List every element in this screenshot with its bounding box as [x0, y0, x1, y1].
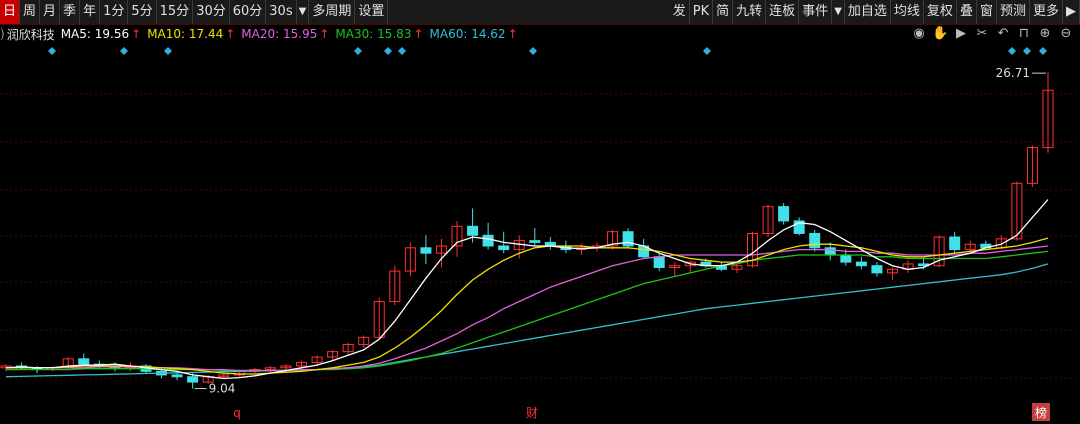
candle-down — [482, 234, 494, 247]
event-marker-diamond — [398, 47, 406, 55]
event-marker-diamond — [703, 47, 711, 55]
ma10-line — [6, 237, 1049, 375]
event-marker-diamond — [1023, 47, 1031, 55]
event-marker-diamond — [1008, 47, 1016, 55]
scissors-icon[interactable]: ✂ — [974, 26, 990, 42]
forecast-button[interactable]: 预测 — [997, 0, 1030, 24]
event-marker-diamond — [529, 47, 537, 55]
ma30-value: MA30: 15.83 — [335, 27, 412, 41]
bottom-event-marker: 榜 — [1035, 405, 1047, 420]
chart-tools: ◉ ✋ ▶ ✂ ↶ ⊓ ⊕ ⊖ — [911, 26, 1074, 42]
candle-down — [840, 254, 852, 263]
lock-icon[interactable]: ⊓ — [1016, 26, 1032, 42]
low-price-label: 9.04 — [209, 382, 236, 396]
ma10-value: MA10: 17.44 — [147, 27, 224, 41]
candle-down — [171, 374, 183, 378]
event-marker-diamond — [120, 47, 128, 55]
tab-month[interactable]: 月 — [40, 0, 61, 24]
adjust-button[interactable]: 复权 — [924, 0, 957, 24]
candle-down — [467, 225, 479, 236]
candle-down — [420, 247, 432, 254]
high-price-label: 26.71 — [996, 66, 1030, 80]
more-button[interactable]: 更多 — [1030, 0, 1063, 24]
zoom-icon[interactable]: ⊖ — [1058, 26, 1074, 42]
ma20-value: MA20: 15.95 — [241, 27, 318, 41]
candle-down — [653, 256, 665, 268]
bottom-event-marker: 财 — [526, 406, 538, 420]
event-marker-diamond — [48, 47, 56, 55]
candle-down — [778, 206, 790, 222]
ma10-up-arrow: ↑ — [225, 27, 236, 41]
tab-60min[interactable]: 60分 — [230, 0, 267, 24]
moving-average-button[interactable]: 均线 — [891, 0, 924, 24]
period-toolbar: 日 周 月 季 年 1分 5分 15分 30分 60分 30s ▼ 多周期 设置… — [0, 0, 1080, 25]
toolbar-spacer — [388, 0, 669, 24]
window-button[interactable]: 窗 — [977, 0, 997, 24]
kline-chart[interactable]: 26.71 9.04 q 财 榜 — [0, 44, 1080, 424]
tab-year[interactable]: 年 — [80, 0, 101, 24]
candle-down — [949, 236, 961, 251]
tab-week[interactable]: 周 — [20, 0, 41, 24]
tab-30s[interactable]: 30s — [266, 0, 297, 24]
play-icon[interactable]: ▶ — [953, 26, 969, 42]
tab-day[interactable]: 日 — [0, 0, 21, 24]
bottom-event-marker: q — [233, 406, 241, 420]
ma20-up-arrow: ↑ — [319, 27, 330, 41]
candle-down — [809, 232, 821, 249]
events-chevron-down-icon[interactable]: ▼ — [832, 0, 845, 24]
event-marker-diamond — [164, 47, 172, 55]
settings-button[interactable]: 设置 — [355, 0, 389, 24]
ma60-value: MA60: 14.62 — [429, 27, 506, 41]
tab-15min[interactable]: 15分 — [157, 0, 194, 24]
candle-down — [824, 247, 836, 256]
hand-icon[interactable]: ✋ — [932, 26, 948, 42]
eye-icon[interactable]: ◉ — [911, 26, 927, 42]
publish-button[interactable]: 发 — [670, 0, 690, 24]
tab-1min[interactable]: 1分 — [100, 0, 129, 24]
tab-5min[interactable]: 5分 — [128, 0, 157, 24]
tab-30min[interactable]: 30分 — [193, 0, 230, 24]
event-marker-diamond — [1039, 47, 1047, 55]
candle-down — [78, 358, 90, 365]
nine-turn-button[interactable]: 九转 — [733, 0, 767, 24]
multi-period-button[interactable]: 多周期 — [309, 0, 356, 24]
event-marker-diamond — [354, 47, 362, 55]
ma5-value: MA5: 19.56 — [60, 27, 130, 41]
candle-down — [529, 240, 541, 243]
candle-down — [498, 245, 510, 251]
stock-name: 润欣科技 — [6, 27, 55, 42]
tab-quarter[interactable]: 季 — [60, 0, 81, 24]
add-watchlist-button[interactable]: 加自选 — [845, 0, 891, 24]
undo-icon[interactable]: ↶ — [995, 26, 1011, 42]
candle-down — [187, 376, 199, 383]
plus-icon[interactable]: ⊕ — [1037, 26, 1053, 42]
candle-down — [871, 265, 883, 274]
event-marker-diamond — [384, 47, 392, 55]
pk-button[interactable]: PK — [690, 0, 714, 24]
chevron-down-icon[interactable]: ▼ — [297, 0, 310, 24]
ma60-up-arrow: ↑ — [507, 27, 518, 41]
ma5-up-arrow: ↑ — [131, 27, 142, 41]
expand-right-icon[interactable]: ▶ — [1063, 0, 1080, 24]
ma60-line — [5, 263, 1049, 378]
limit-streak-button[interactable]: 连板 — [766, 0, 800, 24]
overlay-button[interactable]: 叠 — [957, 0, 977, 24]
legend-prefix: ) — [0, 27, 5, 41]
candle-down — [855, 261, 867, 267]
ma5-line — [5, 199, 1049, 380]
ma30-up-arrow: ↑ — [413, 27, 424, 41]
events-button[interactable]: 事件 — [799, 0, 833, 24]
simple-button[interactable]: 简 — [713, 0, 734, 24]
